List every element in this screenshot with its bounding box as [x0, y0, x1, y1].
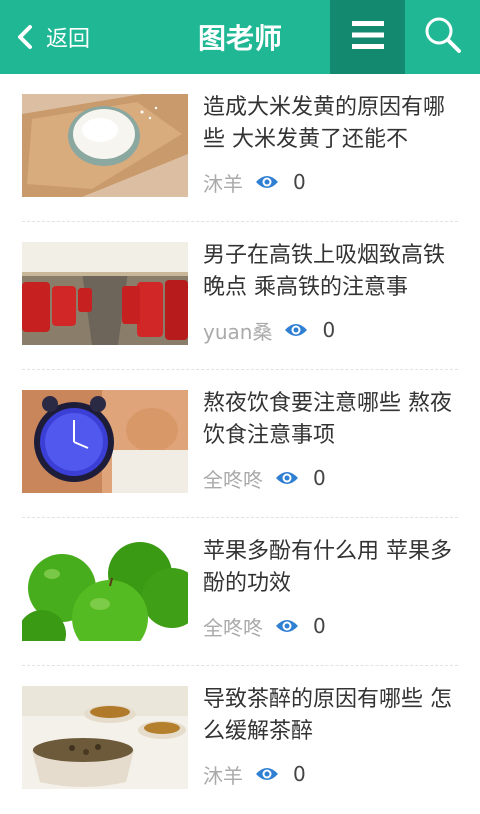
article-thumbnail[interactable] — [22, 390, 188, 493]
eye-icon — [275, 470, 299, 486]
back-button[interactable]: 返回 — [12, 14, 90, 60]
article-thumbnail[interactable] — [22, 94, 188, 197]
list-item[interactable]: 男子在高铁上吸烟致高铁晚点 乘高铁的注意事 yuan桑 0 — [22, 222, 458, 370]
article-meta: 全咚咚 0 — [203, 465, 458, 492]
article-text: 苹果多酚有什么用 苹果多酚的功效 全咚咚 0 — [203, 536, 458, 640]
view-count: 0 — [322, 318, 336, 342]
article-thumbnail[interactable] — [22, 538, 188, 641]
view-count: 0 — [313, 614, 326, 638]
search-button[interactable] — [405, 0, 480, 74]
article-title[interactable]: 熬夜饮食要注意哪些 熬夜饮食注意事项 — [203, 388, 458, 452]
article-meta: 沐羊 0 — [203, 761, 458, 788]
article-meta: yuan桑 0 — [203, 317, 458, 344]
view-count: 0 — [293, 762, 306, 786]
chevron-left-icon — [12, 24, 38, 50]
list-item[interactable]: 熬夜饮食要注意哪些 熬夜饮食注意事项 全咚咚 0 — [22, 370, 458, 518]
app-header: 返回 图老师 — [0, 0, 480, 74]
eye-icon — [255, 174, 279, 190]
article-title[interactable]: 导致茶醉的原因有哪些 怎么缓解茶醉 — [203, 684, 458, 748]
article-thumbnail[interactable] — [22, 686, 188, 789]
article-title[interactable]: 男子在高铁上吸烟致高铁晚点 乘高铁的注意事 — [203, 240, 458, 304]
article-author: 全咚咚 — [203, 615, 263, 640]
list-item[interactable]: 苹果多酚有什么用 苹果多酚的功效 全咚咚 0 — [22, 518, 458, 666]
article-title[interactable]: 造成大米发黄的原因有哪些 大米发黄了还能不 — [203, 92, 458, 156]
search-icon — [424, 16, 462, 58]
list-item[interactable]: 导致茶醉的原因有哪些 怎么缓解茶醉 沐羊 0 — [22, 666, 458, 814]
article-meta: 沐羊 0 — [203, 169, 458, 196]
back-label: 返回 — [46, 27, 91, 52]
article-text: 男子在高铁上吸烟致高铁晚点 乘高铁的注意事 yuan桑 0 — [203, 240, 458, 344]
eye-icon — [255, 766, 279, 782]
article-title[interactable]: 苹果多酚有什么用 苹果多酚的功效 — [203, 536, 458, 600]
list-item[interactable]: 造成大米发黄的原因有哪些 大米发黄了还能不 沐羊 0 — [22, 74, 458, 222]
article-author: 沐羊 — [203, 171, 243, 196]
eye-icon — [275, 618, 299, 634]
article-text: 造成大米发黄的原因有哪些 大米发黄了还能不 沐羊 0 — [203, 92, 458, 196]
article-text: 熬夜饮食要注意哪些 熬夜饮食注意事项 全咚咚 0 — [203, 388, 458, 492]
menu-button[interactable] — [330, 0, 405, 74]
article-author: 全咚咚 — [203, 467, 263, 492]
article-author: yuan桑 — [203, 319, 273, 344]
article-thumbnail[interactable] — [22, 242, 188, 345]
article-meta: 全咚咚 0 — [203, 613, 458, 640]
article-text: 导致茶醉的原因有哪些 怎么缓解茶醉 沐羊 0 — [203, 684, 458, 788]
view-count: 0 — [313, 466, 326, 490]
menu-icon — [351, 20, 384, 54]
eye-icon — [284, 322, 308, 338]
view-count: 0 — [293, 170, 306, 194]
article-author: 沐羊 — [203, 763, 243, 788]
